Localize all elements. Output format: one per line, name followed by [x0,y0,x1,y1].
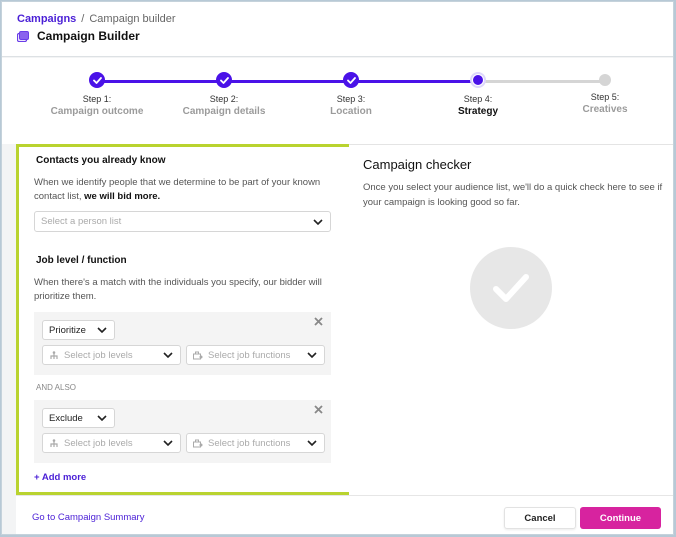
step-name: Creatives [582,104,628,115]
hierarchy-icon [50,438,58,447]
briefcase-users-icon [193,439,203,447]
job-levels-select[interactable]: Select job levels [42,433,181,453]
briefcase-users-icon [193,351,203,359]
step-pending-indicator [599,74,611,86]
chevron-down-icon [307,352,317,358]
step-complete-indicator [343,72,359,88]
rule-mode-select[interactable]: Exclude [42,408,115,428]
job-functions-placeholder: Select job functions [208,437,291,449]
footer-bar: Go to Campaign Summary Cancel Continue [16,495,673,534]
step-name: Location [330,106,372,117]
page-title: Campaign Builder [37,29,140,43]
contacts-description: When we identify people that we determin… [34,176,334,204]
job-section-title: Job level / function [36,255,127,266]
chevron-down-icon [97,415,107,421]
job-rule-1: Prioritize Select job levels Select job … [34,312,331,375]
person-list-select[interactable]: Select a person list [34,211,331,232]
chevron-down-icon [163,440,173,446]
breadcrumb-current: Campaign builder [89,13,176,25]
contacts-section-title: Contacts you already know [36,155,166,166]
chevron-down-icon [307,440,317,446]
contacts-desc-emphasis: we will bid more. [84,191,161,202]
campaign-icon [17,30,29,42]
job-levels-placeholder: Select job levels [64,349,133,361]
job-functions-placeholder: Select job functions [208,349,291,361]
step-3[interactable]: Step 3: Location [281,72,421,117]
title-row: Campaign Builder [17,29,140,43]
step-complete-indicator [216,72,232,88]
checker-description: Once you select your audience list, we'l… [363,182,663,208]
and-also-label: AND ALSO [36,383,77,392]
chevron-down-icon [97,327,107,333]
step-2[interactable]: Step 2: Campaign details [154,72,294,117]
check-icon [219,76,229,84]
person-list-placeholder: Select a person list [41,216,122,227]
chevron-down-icon [163,352,173,358]
checkmark-icon [493,274,529,302]
step-number: Step 1: [82,94,112,104]
step-name: Campaign outcome [50,106,144,117]
breadcrumb: Campaigns / Campaign builder [17,13,176,25]
hierarchy-icon [50,350,58,359]
checker-status-indicator [470,247,552,329]
step-complete-indicator [89,72,105,88]
job-description: When there's a match with the individual… [34,277,322,302]
step-4[interactable]: Step 4: Strategy [408,72,548,117]
step-number: Step 3: [336,94,366,104]
check-icon [92,76,102,84]
breadcrumb-campaigns-link[interactable]: Campaigns [17,13,76,25]
job-rule-2: Exclude Select job levels Select job fun… [34,400,331,463]
checker-title: Campaign checker [363,157,472,172]
job-functions-select[interactable]: Select job functions [186,345,325,365]
close-icon[interactable] [314,317,323,326]
close-icon[interactable] [314,405,323,414]
step-current-indicator [470,72,486,88]
job-levels-placeholder: Select job levels [64,437,133,449]
check-icon [346,76,356,84]
progress-stepper: Step 1: Campaign outcome Step 2: Campaig… [2,58,673,144]
rule-mode-value: Prioritize [49,324,86,336]
step-name: Strategy [457,106,498,117]
rule-mode-select[interactable]: Prioritize [42,320,115,340]
rule-mode-value: Exclude [49,412,83,424]
page-header: Campaigns / Campaign builder Campaign Buil… [2,2,673,57]
step-number: Step 2: [209,94,239,104]
chevron-down-icon [313,218,323,225]
step-name: Campaign details [182,106,266,117]
app-window: Campaigns / Campaign builder Campaign Buil… [1,1,674,535]
continue-button[interactable]: Continue [580,507,661,529]
cancel-button[interactable]: Cancel [504,507,576,529]
job-functions-select[interactable]: Select job functions [186,433,325,453]
step-5[interactable]: Step 5: Creatives [535,72,673,115]
audience-targeting-panel: Contacts you already know When we identi… [16,144,352,495]
contacts-desc-text: When we identify people that we determin… [34,177,321,202]
campaign-summary-link[interactable]: Go to Campaign Summary [32,512,144,523]
step-number: Step 5: [590,92,620,102]
add-more-button[interactable]: + Add more [34,472,86,483]
job-levels-select[interactable]: Select job levels [42,345,181,365]
breadcrumb-separator: / [81,13,85,25]
campaign-checker-panel: Campaign checker Once you select your au… [349,144,673,495]
step-1[interactable]: Step 1: Campaign outcome [27,72,167,117]
step-number: Step 4: [463,94,493,104]
